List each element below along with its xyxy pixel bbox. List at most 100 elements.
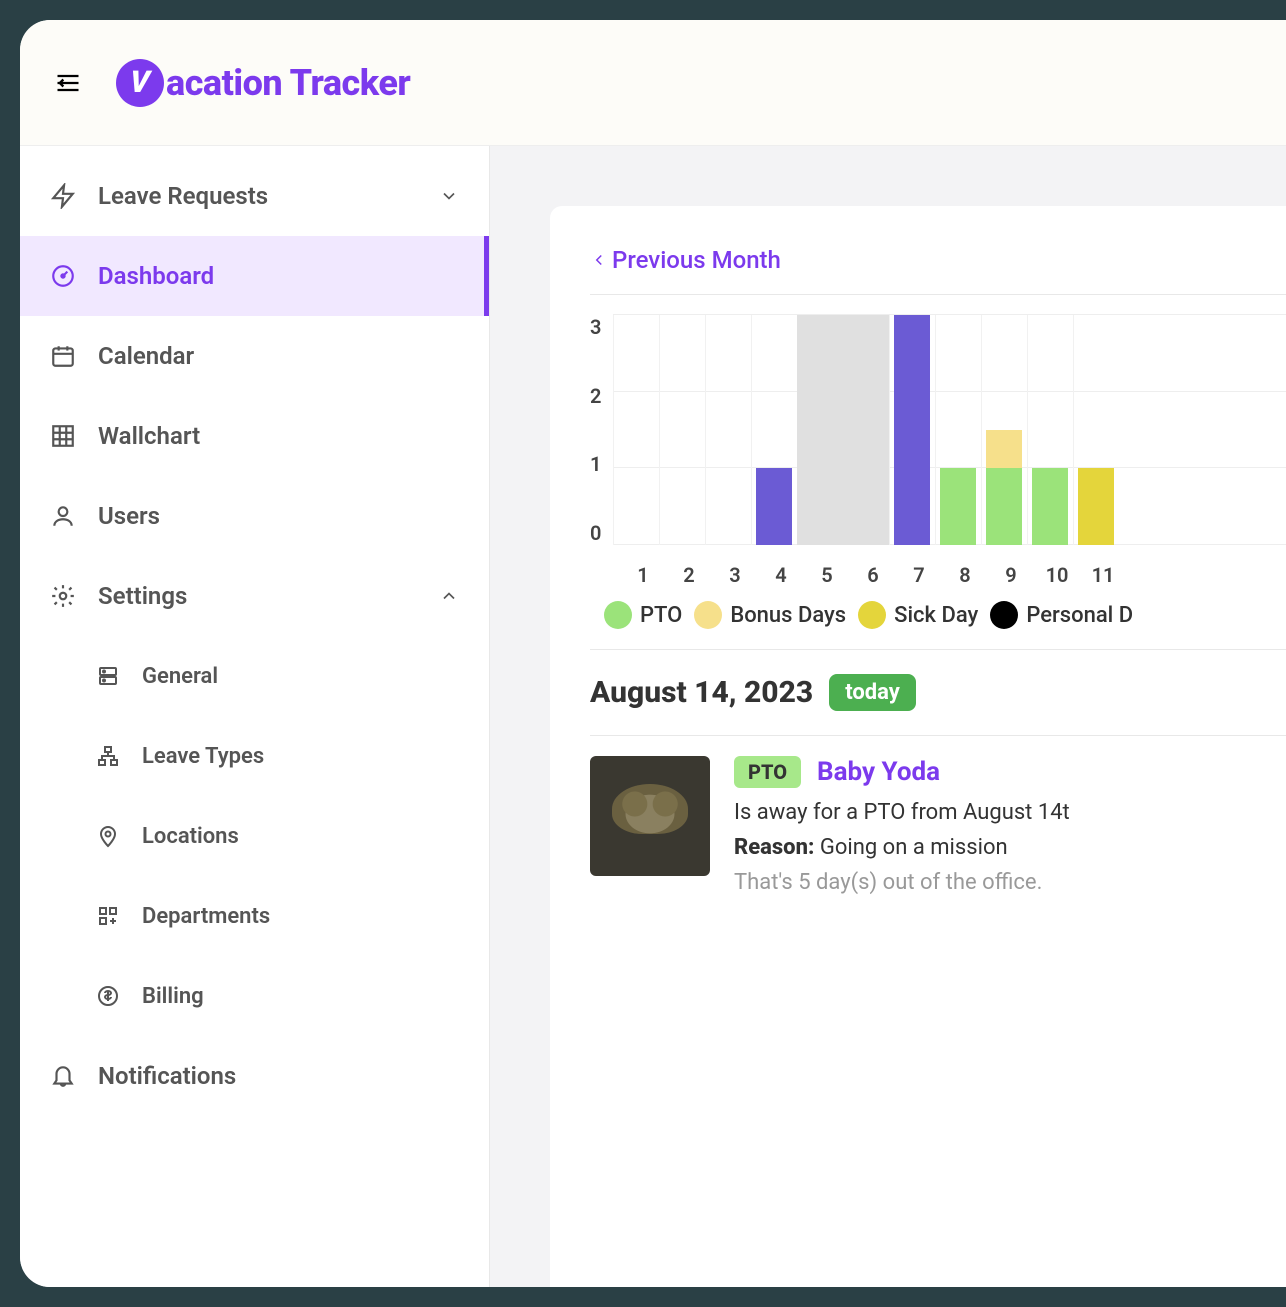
gridline (613, 314, 1286, 315)
bar-segment (986, 430, 1022, 468)
y-tick: 3 (590, 315, 601, 339)
today-badge: today (829, 674, 916, 711)
sidebar-item-label: Notifications (98, 1062, 459, 1090)
sidebar-item-label: Billing (142, 984, 204, 1009)
settings-sub-locations[interactable]: Locations (20, 796, 489, 876)
legend-swatch (604, 601, 632, 629)
server-icon (96, 664, 120, 688)
app-header: V acation Tracker (20, 20, 1286, 146)
settings-sub-leave-types[interactable]: Leave Types (20, 716, 489, 796)
x-tick: 11 (1080, 563, 1126, 587)
legend-item[interactable]: Sick Day (858, 601, 978, 629)
y-tick: 0 (590, 521, 601, 545)
settings-sub-billing[interactable]: Billing (20, 956, 489, 1036)
chart-x-axis: 1234567891011 (590, 563, 1286, 587)
bar-column[interactable] (986, 430, 1022, 545)
y-tick: 2 (590, 384, 601, 408)
sidebar-item-label: Calendar (98, 342, 459, 370)
previous-month-label: Previous Month (612, 246, 781, 274)
gridline (613, 391, 1286, 392)
x-tick: 2 (666, 563, 712, 587)
sidebar-item-label: Departments (142, 904, 270, 929)
previous-month-link[interactable]: Previous Month (590, 246, 1286, 274)
sidebar-item-label: Settings (98, 582, 439, 610)
x-tick: 6 (850, 563, 896, 587)
dashboard-card: Previous Month 3210 1234567891011 PTOBon… (550, 206, 1286, 1287)
avatar[interactable] (590, 756, 710, 876)
chevron-up-icon (439, 586, 459, 606)
bar-column[interactable] (1032, 468, 1068, 545)
sidebar-item-label: Leave Types (142, 744, 264, 769)
chart-y-axis: 3 2 1 0 (590, 315, 613, 545)
sidebar-item-notifications[interactable]: Notifications (20, 1036, 489, 1116)
legend-swatch (990, 601, 1018, 629)
sidebar-item-dashboard[interactable]: Dashboard (20, 236, 489, 316)
grid-icon (50, 423, 76, 449)
weekend-band (797, 315, 889, 545)
chart-plot-area (613, 315, 1286, 545)
logo-badge: V (116, 59, 164, 107)
legend-item[interactable]: Bonus Days (694, 601, 846, 629)
chevron-down-icon (439, 186, 459, 206)
main-content: Previous Month 3210 1234567891011 PTOBon… (490, 146, 1286, 1287)
legend-swatch (858, 601, 886, 629)
date-heading-row: August 14, 2023 today (590, 650, 1286, 735)
entry-away-line: Is away for a PTO from August 14t (734, 800, 1286, 825)
bar-column[interactable] (756, 468, 792, 545)
bar-column[interactable] (894, 315, 930, 545)
sidebar: Leave Requests Dashboard Calendar Wallch… (20, 146, 490, 1287)
bar-column[interactable] (1078, 468, 1114, 545)
entry-user-link[interactable]: Baby Yoda (817, 757, 940, 787)
pin-icon (96, 824, 120, 848)
sidebar-item-label: General (142, 664, 218, 689)
user-icon (50, 503, 76, 529)
entry-reason-label: Reason: (734, 835, 814, 860)
y-tick: 1 (590, 452, 601, 476)
x-tick: 4 (758, 563, 804, 587)
menu-toggle-button[interactable] (50, 65, 86, 101)
bar-segment (986, 468, 1022, 545)
sidebar-item-settings[interactable]: Settings (20, 556, 489, 636)
menu-collapse-icon (54, 69, 82, 97)
leave-entry: PTO Baby Yoda Is away for a PTO from Aug… (590, 736, 1286, 915)
gauge-icon (50, 263, 76, 289)
settings-sub-general[interactable]: General (20, 636, 489, 716)
bar-segment (1032, 468, 1068, 545)
legend-item[interactable]: Personal D (990, 601, 1133, 629)
x-tick: 1 (620, 563, 666, 587)
date-heading: August 14, 2023 (590, 675, 813, 710)
bar-segment (894, 315, 930, 545)
x-tick: 10 (1034, 563, 1080, 587)
app-name: acation Tracker (166, 62, 410, 104)
sidebar-item-calendar[interactable]: Calendar (20, 316, 489, 396)
leave-type-badge: PTO (734, 756, 801, 788)
legend-label: PTO (640, 603, 682, 628)
dollar-icon (96, 984, 120, 1008)
x-tick: 9 (988, 563, 1034, 587)
settings-sub-departments[interactable]: Departments (20, 876, 489, 956)
bar-segment (940, 468, 976, 545)
x-tick: 5 (804, 563, 850, 587)
bell-icon (50, 1063, 76, 1089)
apps-icon (96, 904, 120, 928)
sidebar-item-leave-requests[interactable]: Leave Requests (20, 156, 489, 236)
bar-column[interactable] (940, 468, 976, 545)
entry-reason-line: Reason: Going on a mission (734, 835, 1286, 860)
gear-icon (50, 583, 76, 609)
chart-legend: PTO Bonus Days Sick Day Personal D (590, 587, 1286, 649)
sidebar-item-users[interactable]: Users (20, 476, 489, 556)
app-logo[interactable]: V acation Tracker (116, 59, 410, 107)
bar-segment (1078, 468, 1114, 545)
legend-item[interactable]: PTO (604, 601, 682, 629)
entry-reason-value: Going on a mission (820, 835, 1008, 860)
sidebar-item-wallchart[interactable]: Wallchart (20, 396, 489, 476)
legend-label: Sick Day (894, 603, 978, 628)
sidebar-item-label: Wallchart (98, 422, 459, 450)
legend-swatch (694, 601, 722, 629)
entry-days-line: That's 5 day(s) out of the office. (734, 870, 1286, 895)
sitemap-icon (96, 744, 120, 768)
bar-segment (756, 468, 792, 545)
legend-label: Personal D (1026, 603, 1133, 628)
sidebar-item-label: Users (98, 502, 459, 530)
legend-label: Bonus Days (730, 603, 846, 628)
